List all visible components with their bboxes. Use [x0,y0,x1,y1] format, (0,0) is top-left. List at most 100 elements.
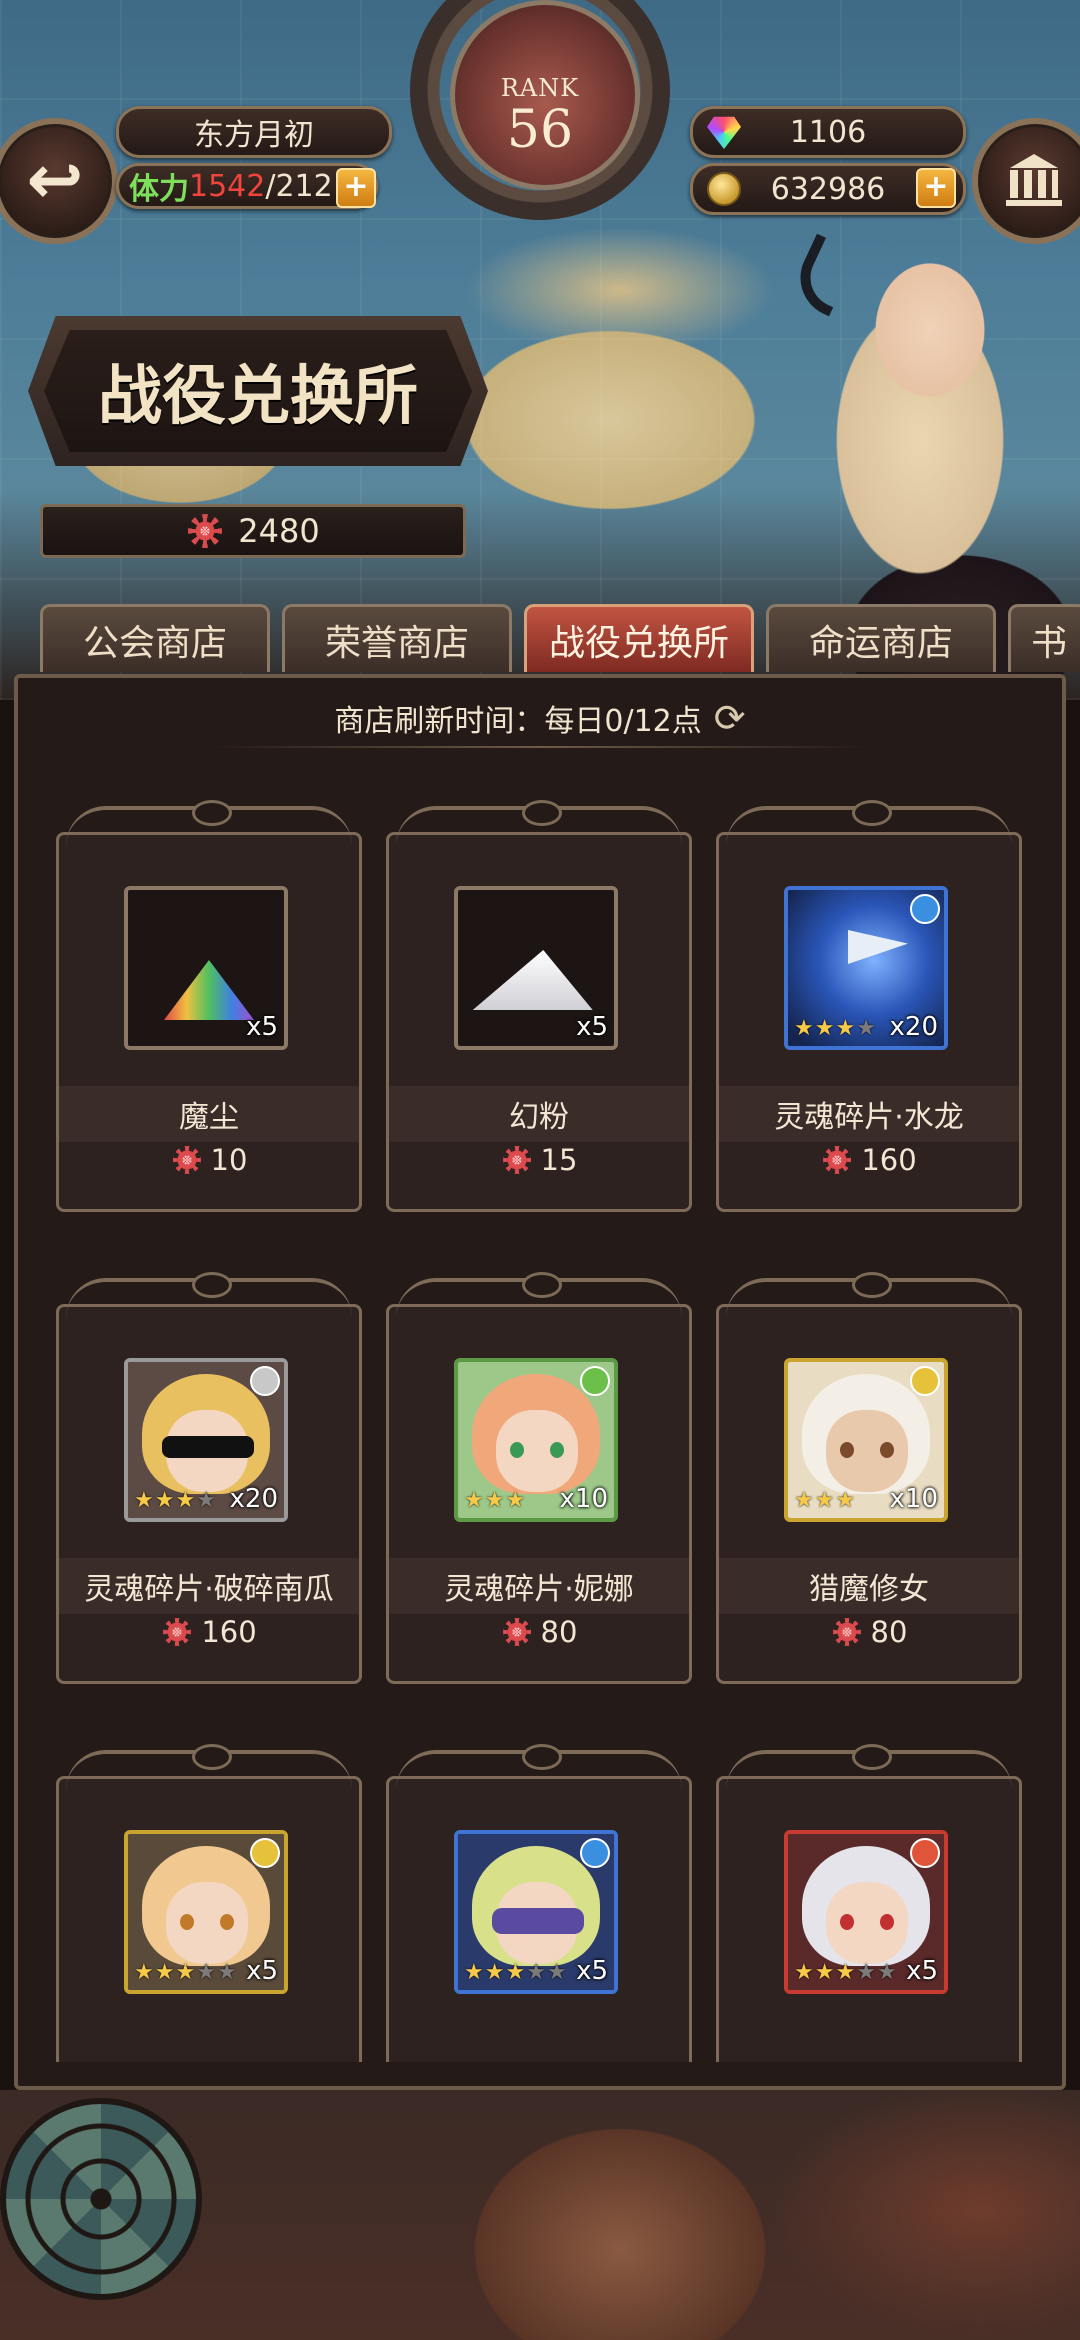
shop-item-card[interactable]: ★ ★ ★ ★ ★ x5 [386,1744,692,2062]
star-icon: ★ [464,1960,484,1985]
item-icon-box[interactable]: ★ ★ ★ ★ x20 [124,1358,288,1522]
tab-campaign-exchange[interactable]: 战役兑换所 [524,604,754,672]
item-name-label: 灵魂碎片·水龙 [774,1100,964,1135]
item-icon-box[interactable]: x5 [454,886,618,1050]
star-icon: ★ [794,1960,814,1985]
item-grid: x5 魔尘 10 x5 幻粉 15 ★ ★ ★ ★ x20 灵魂碎片·水龙 160 ★ ★ ★ ★ x20 灵魂碎片… [56,800,1034,2062]
star-icon: ★ [794,1016,814,1041]
item-icon-box[interactable]: ★ ★ ★ x10 [454,1358,618,1522]
thunder-element-icon [250,1838,280,1868]
star-icon: ★ [856,1016,876,1041]
item-price: 160 [56,1612,362,1652]
campaign-medal-icon [161,1616,194,1648]
card-ornament [726,1272,1012,1322]
gold-coin-icon [707,172,741,206]
card-ornament [726,1744,1012,1794]
water-element-icon [580,1838,610,1868]
item-name-label: 灵魂碎片·破碎南瓜 [84,1572,334,1607]
campaign-medal-icon [186,512,225,550]
item-icon-box[interactable]: x5 [124,886,288,1050]
shop-title: 战役兑换所 [44,330,472,452]
item-price: 160 [716,1140,1022,1180]
star-rating: ★ ★ ★ [794,1490,855,1512]
star-icon: ★ [154,1488,175,1513]
star-icon: ★ [546,1960,567,1985]
tab-guild-shop[interactable]: 公会商店 [40,604,270,672]
item-name: 猎魔修女 [719,1558,1019,1614]
add-gold-button[interactable]: + [916,168,956,208]
item-icon-box[interactable]: ★ ★ ★ ★ ★ x5 [784,1830,948,1994]
price-value: 10 [210,1143,248,1177]
item-quantity: x20 [889,1012,938,1042]
campaign-medal-icon [500,1144,533,1176]
star-rating: ★ ★ ★ ★ [794,1018,876,1040]
price-value: 160 [201,1615,257,1649]
item-icon-box[interactable]: ★ ★ ★ ★ ★ x5 [124,1830,288,1994]
star-icon: ★ [464,1488,484,1513]
stamina-current: 1542 [189,168,266,204]
shop-item-card[interactable]: ★ ★ ★ ★ ★ x5 [716,1744,1022,2062]
shop-title-plate: 战役兑换所 [28,316,488,466]
star-icon: ★ [134,1488,154,1513]
stamina-max: /212 [265,168,333,204]
tab-book-shop[interactable]: 书 [1008,604,1080,672]
campaign-medal-icon [170,1144,203,1176]
star-icon: ★ [814,1960,835,1985]
back-arrow-icon: ↩ [26,141,84,220]
price-value: 80 [540,1615,578,1649]
refresh-icon[interactable]: ⟳ [714,696,746,740]
gem-count: 1106 [789,114,867,150]
tab-label: 战役兑换所 [548,622,729,664]
item-quantity: x5 [246,1012,278,1042]
item-name-label: 幻粉 [509,1100,569,1135]
shop-item-card[interactable]: ★ ★ ★ ★ ★ x5 [56,1744,362,2062]
gem-icon [707,116,741,149]
item-name: 灵魂碎片·妮娜 [389,1558,689,1614]
light-element-icon [250,1366,280,1396]
star-icon: ★ [505,1960,526,1985]
shop-item-card[interactable]: ★ ★ ★ x10 猎魔修女 80 [716,1272,1022,1684]
shop-item-card[interactable]: ★ ★ ★ ★ x20 灵魂碎片·水龙 160 [716,800,1022,1212]
item-name-label: 灵魂碎片·妮娜 [444,1572,634,1607]
star-icon: ★ [876,1960,897,1985]
rank-badge: RANK 56 [400,0,680,240]
rank-label: RANK [500,74,580,102]
tab-label: 命运商店 [808,622,953,664]
wind-element-icon [580,1366,610,1396]
card-ornament [726,800,1012,850]
shop-item-card[interactable]: x5 幻粉 15 [386,800,692,1212]
tab-fate-shop[interactable]: 命运商店 [766,604,996,672]
item-quantity: x10 [889,1484,938,1514]
price-value: 15 [540,1143,578,1177]
tab-honor-shop[interactable]: 荣誉商店 [282,604,512,672]
tab-label: 公会商店 [82,622,227,664]
item-price: 80 [716,1612,1022,1652]
rank-value: 56 [506,100,574,160]
item-icon-box[interactable]: ★ ★ ★ ★ ★ x5 [454,1830,618,1994]
star-icon: ★ [175,1488,196,1513]
star-icon: ★ [856,1960,876,1985]
shop-item-card[interactable]: x5 魔尘 10 [56,800,362,1212]
fire-element-icon [910,1838,940,1868]
white-powder-icon [473,950,604,1010]
item-icon-box[interactable]: ★ ★ ★ x10 [784,1358,948,1522]
star-icon: ★ [484,1960,505,1985]
star-icon: ★ [196,1960,216,1985]
item-price: 15 [386,1140,692,1180]
star-rating: ★ ★ ★ ★ [134,1490,216,1512]
rainbow-powder-icon [164,960,254,1020]
star-icon: ★ [134,1960,154,1985]
item-icon-box[interactable]: ★ ★ ★ ★ x20 [784,886,948,1050]
campaign-currency: 2480 [40,504,466,558]
player-name: 东方月初 [194,118,314,153]
item-price: 10 [56,1140,362,1180]
item-quantity: x10 [559,1484,608,1514]
shop-item-card[interactable]: ★ ★ ★ ★ x20 灵魂碎片·破碎南瓜 160 [56,1272,362,1684]
card-ornament [66,1744,352,1794]
star-icon: ★ [794,1488,814,1513]
price-value: 160 [861,1143,917,1177]
star-icon: ★ [814,1488,835,1513]
card-ornament [396,1744,682,1794]
shop-item-card[interactable]: ★ ★ ★ x10 灵魂碎片·妮娜 80 [386,1272,692,1684]
add-stamina-button[interactable]: + [336,168,376,208]
